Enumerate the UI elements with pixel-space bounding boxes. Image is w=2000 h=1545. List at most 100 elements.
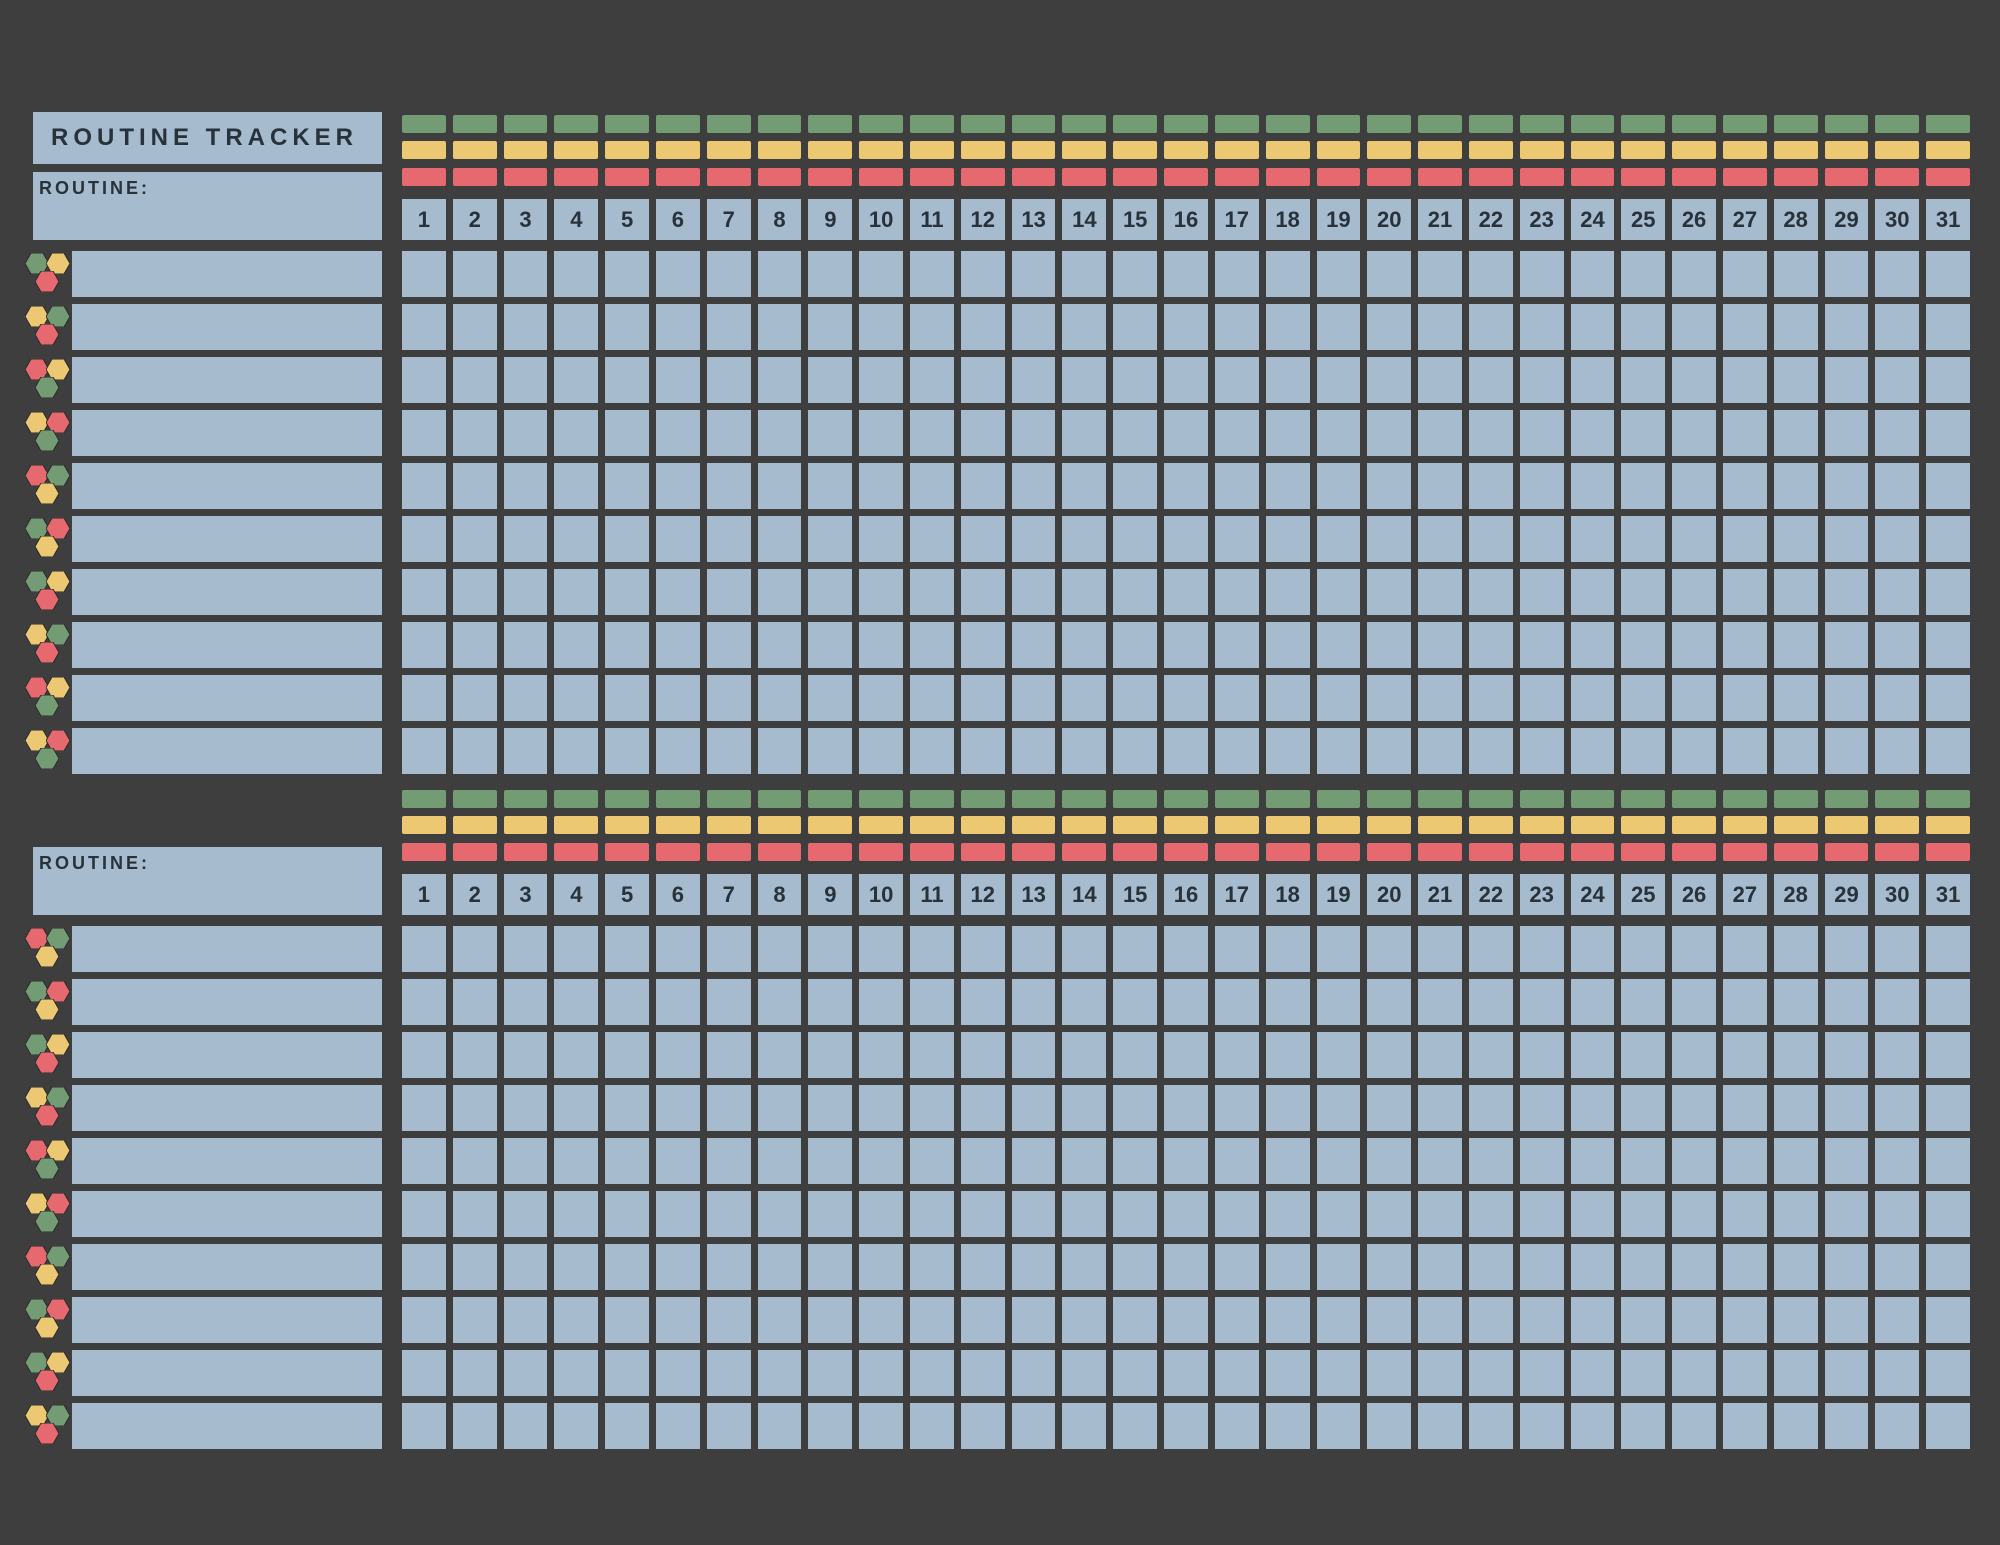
tracker-cell[interactable] bbox=[707, 569, 751, 615]
tracker-cell[interactable] bbox=[1469, 1403, 1513, 1449]
tracker-cell[interactable] bbox=[402, 410, 446, 456]
tracker-cell[interactable] bbox=[1317, 304, 1361, 350]
tracker-cell[interactable] bbox=[656, 1085, 700, 1131]
tracker-cell[interactable] bbox=[808, 357, 852, 403]
tracker-cell[interactable] bbox=[1621, 1085, 1665, 1131]
tracker-cell[interactable] bbox=[1469, 1297, 1513, 1343]
tracker-cell[interactable] bbox=[1825, 1403, 1869, 1449]
tracker-cell[interactable] bbox=[1825, 1085, 1869, 1131]
routine-item-label[interactable] bbox=[72, 304, 382, 350]
tracker-cell[interactable] bbox=[656, 357, 700, 403]
tracker-cell[interactable] bbox=[1113, 1032, 1157, 1078]
tracker-cell[interactable] bbox=[1418, 1032, 1462, 1078]
tracker-cell[interactable] bbox=[859, 1085, 903, 1131]
tracker-cell[interactable] bbox=[1571, 569, 1615, 615]
tracker-cell[interactable] bbox=[758, 1350, 802, 1396]
tracker-cell[interactable] bbox=[808, 1191, 852, 1237]
tracker-cell[interactable] bbox=[1723, 304, 1767, 350]
tracker-cell[interactable] bbox=[1469, 410, 1513, 456]
tracker-cell[interactable] bbox=[1012, 569, 1056, 615]
tracker-cell[interactable] bbox=[1012, 1085, 1056, 1131]
tracker-cell[interactable] bbox=[1520, 569, 1564, 615]
tracker-cell[interactable] bbox=[605, 926, 649, 972]
tracker-cell[interactable] bbox=[1367, 357, 1411, 403]
tracker-cell[interactable] bbox=[1875, 304, 1919, 350]
tracker-cell[interactable] bbox=[402, 569, 446, 615]
tracker-cell[interactable] bbox=[961, 410, 1005, 456]
tracker-cell[interactable] bbox=[758, 251, 802, 297]
tracker-cell[interactable] bbox=[1062, 1032, 1106, 1078]
tracker-cell[interactable] bbox=[1113, 569, 1157, 615]
tracker-cell[interactable] bbox=[1367, 1297, 1411, 1343]
tracker-cell[interactable] bbox=[1621, 1191, 1665, 1237]
tracker-cell[interactable] bbox=[1774, 1191, 1818, 1237]
tracker-cell[interactable] bbox=[808, 410, 852, 456]
tracker-cell[interactable] bbox=[1215, 251, 1259, 297]
tracker-cell[interactable] bbox=[1520, 304, 1564, 350]
tracker-cell[interactable] bbox=[504, 304, 548, 350]
tracker-cell[interactable] bbox=[1672, 1191, 1716, 1237]
tracker-cell[interactable] bbox=[1062, 979, 1106, 1025]
tracker-cell[interactable] bbox=[910, 1350, 954, 1396]
tracker-cell[interactable] bbox=[1164, 1297, 1208, 1343]
tracker-cell[interactable] bbox=[808, 463, 852, 509]
routine-item-label[interactable] bbox=[72, 1244, 382, 1290]
tracker-cell[interactable] bbox=[707, 410, 751, 456]
tracker-cell[interactable] bbox=[1062, 926, 1106, 972]
tracker-cell[interactable] bbox=[1672, 1297, 1716, 1343]
tracker-cell[interactable] bbox=[605, 1350, 649, 1396]
tracker-cell[interactable] bbox=[1926, 1350, 1970, 1396]
tracker-cell[interactable] bbox=[758, 569, 802, 615]
tracker-cell[interactable] bbox=[1012, 1138, 1056, 1184]
tracker-cell[interactable] bbox=[402, 675, 446, 721]
tracker-cell[interactable] bbox=[1520, 728, 1564, 774]
tracker-cell[interactable] bbox=[1825, 410, 1869, 456]
tracker-cell[interactable] bbox=[1418, 728, 1462, 774]
tracker-cell[interactable] bbox=[758, 728, 802, 774]
routine-item-label[interactable] bbox=[72, 1191, 382, 1237]
tracker-cell[interactable] bbox=[961, 251, 1005, 297]
tracker-cell[interactable] bbox=[1621, 926, 1665, 972]
tracker-cell[interactable] bbox=[1012, 463, 1056, 509]
tracker-cell[interactable] bbox=[453, 304, 497, 350]
tracker-cell[interactable] bbox=[1012, 516, 1056, 562]
tracker-cell[interactable] bbox=[1418, 1403, 1462, 1449]
tracker-cell[interactable] bbox=[1469, 1032, 1513, 1078]
tracker-cell[interactable] bbox=[961, 516, 1005, 562]
tracker-cell[interactable] bbox=[605, 1297, 649, 1343]
tracker-cell[interactable] bbox=[1266, 1350, 1310, 1396]
routine-item-label[interactable] bbox=[72, 516, 382, 562]
tracker-cell[interactable] bbox=[1418, 251, 1462, 297]
tracker-cell[interactable] bbox=[1926, 569, 1970, 615]
tracker-cell[interactable] bbox=[707, 1403, 751, 1449]
tracker-cell[interactable] bbox=[453, 1191, 497, 1237]
tracker-cell[interactable] bbox=[1875, 1191, 1919, 1237]
tracker-cell[interactable] bbox=[707, 1085, 751, 1131]
tracker-cell[interactable] bbox=[504, 569, 548, 615]
tracker-cell[interactable] bbox=[656, 728, 700, 774]
tracker-cell[interactable] bbox=[1571, 1085, 1615, 1131]
tracker-cell[interactable] bbox=[859, 1350, 903, 1396]
tracker-cell[interactable] bbox=[1266, 251, 1310, 297]
tracker-cell[interactable] bbox=[1571, 1244, 1615, 1290]
tracker-cell[interactable] bbox=[859, 1138, 903, 1184]
tracker-cell[interactable] bbox=[554, 251, 598, 297]
tracker-cell[interactable] bbox=[605, 1244, 649, 1290]
tracker-cell[interactable] bbox=[656, 1403, 700, 1449]
tracker-cell[interactable] bbox=[1164, 1085, 1208, 1131]
tracker-cell[interactable] bbox=[656, 1191, 700, 1237]
tracker-cell[interactable] bbox=[1215, 410, 1259, 456]
tracker-cell[interactable] bbox=[402, 1032, 446, 1078]
tracker-cell[interactable] bbox=[1672, 622, 1716, 668]
tracker-cell[interactable] bbox=[1367, 1085, 1411, 1131]
tracker-cell[interactable] bbox=[402, 926, 446, 972]
tracker-cell[interactable] bbox=[554, 304, 598, 350]
tracker-cell[interactable] bbox=[1164, 1191, 1208, 1237]
tracker-cell[interactable] bbox=[1164, 516, 1208, 562]
tracker-cell[interactable] bbox=[1875, 569, 1919, 615]
tracker-cell[interactable] bbox=[1215, 569, 1259, 615]
tracker-cell[interactable] bbox=[1571, 926, 1615, 972]
tracker-cell[interactable] bbox=[1317, 410, 1361, 456]
tracker-cell[interactable] bbox=[758, 357, 802, 403]
tracker-cell[interactable] bbox=[1062, 569, 1106, 615]
